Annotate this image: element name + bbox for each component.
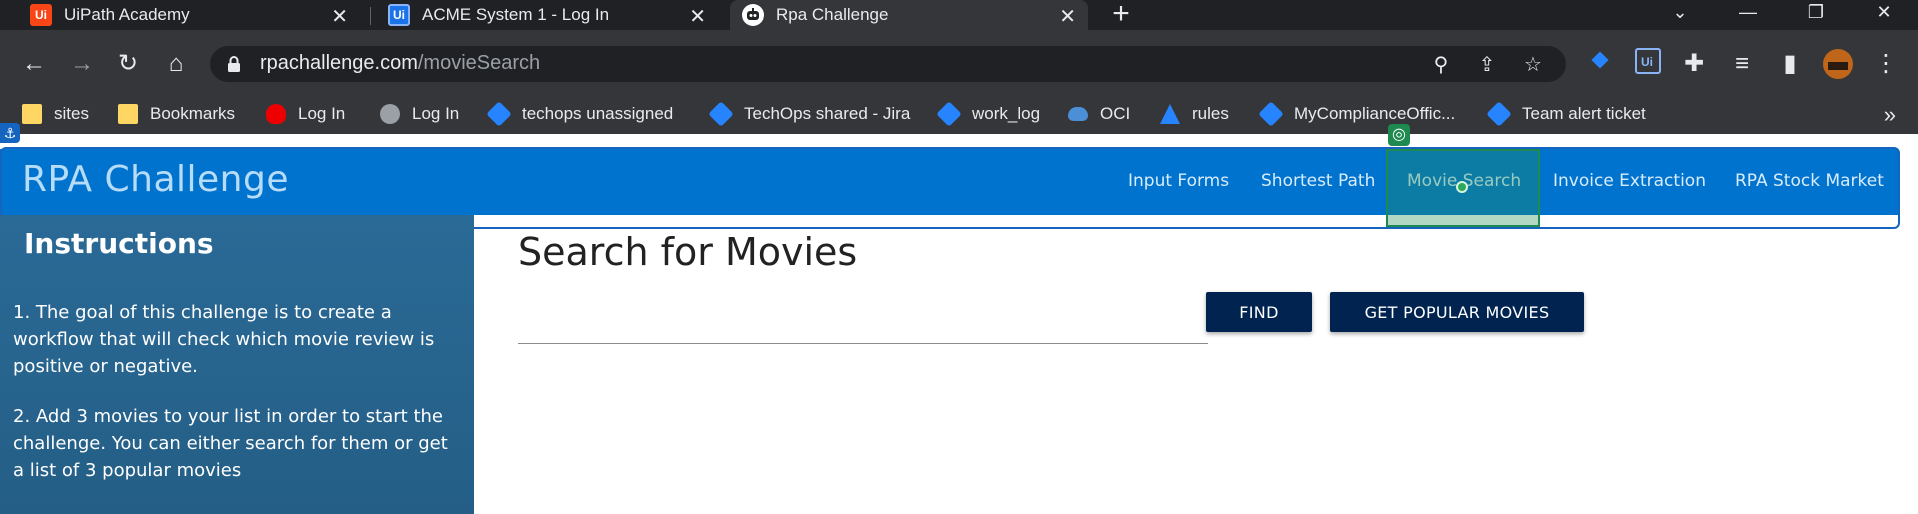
bookmarks-bar: sites Bookmarks Log In Log In techops un… — [0, 94, 1918, 134]
more-bookmarks-icon[interactable]: » — [1884, 102, 1896, 128]
anchor-icon[interactable]: ⚓ — [0, 123, 20, 143]
media-control-icon[interactable]: ≡ — [1724, 48, 1760, 80]
uipath-icon: Ui — [30, 4, 52, 26]
bookmark-oci[interactable]: OCI — [1068, 102, 1130, 126]
nav-shortest-path[interactable]: Shortest Path — [1261, 171, 1375, 191]
instructions-panel: Instructions 1. The goal of this challen… — [0, 215, 474, 514]
cloud-icon — [1068, 107, 1088, 121]
jira-icon — [1486, 101, 1512, 127]
bookmark-label: Log In — [412, 104, 460, 123]
tab-title: ACME System 1 - Log In — [422, 5, 610, 24]
url-text[interactable]: rpachallenge.com/movieSearch — [260, 52, 540, 75]
bookmark-label: OCI — [1100, 104, 1131, 123]
nav-rpa-stock-market[interactable]: RPA Stock Market — [1735, 171, 1884, 191]
tab-rpa-challenge[interactable]: Rpa Challenge ✕ — [730, 0, 1088, 30]
jira-icon — [708, 101, 734, 127]
close-icon[interactable]: ✕ — [689, 4, 706, 29]
tab-strip: Ui UiPath Academy ✕ Ui ACME System 1 - L… — [0, 0, 1918, 30]
tab-search-icon[interactable]: ⌄ — [1650, 0, 1710, 30]
folder-icon — [118, 104, 138, 124]
bookmark-label: Team alert ticket — [1522, 104, 1646, 123]
site-brand[interactable]: RPA Challenge — [22, 159, 289, 200]
bookmark-label: MyComplianceOffic... — [1294, 104, 1456, 123]
jira-extension-icon[interactable] — [1582, 48, 1618, 80]
instruction-step: 1. The goal of this challenge is to crea… — [13, 302, 435, 377]
forward-icon[interactable]: → — [64, 48, 100, 80]
bookmark-techops-shared[interactable]: TechOps shared - Jira — [708, 101, 911, 127]
reload-icon[interactable]: ↻ — [110, 48, 146, 80]
tab-title: Rpa Challenge — [776, 5, 889, 24]
jira-icon — [1258, 101, 1284, 127]
bookmark-bookmarks[interactable]: Bookmarks — [118, 102, 235, 126]
bookmark-techops-unassigned[interactable]: techops unassigned — [486, 101, 674, 127]
bookmark-label: Bookmarks — [150, 104, 236, 123]
jira-icon — [486, 101, 512, 127]
robot-icon — [742, 4, 764, 26]
new-tab-button[interactable]: + — [1107, 0, 1135, 30]
close-window-icon[interactable]: ✕ — [1854, 0, 1914, 30]
jira-icon — [936, 101, 962, 127]
uipath-extension-icon[interactable]: Ui — [1630, 48, 1666, 80]
bookmark-log-in-redhat[interactable]: Log In — [266, 102, 345, 126]
page-title: Search for Movies — [518, 230, 858, 274]
nav-invoice-extraction[interactable]: Invoice Extraction — [1553, 171, 1706, 191]
tab-title: UiPath Academy — [64, 5, 190, 24]
back-icon[interactable]: ← — [16, 48, 52, 80]
bookmark-label: Log In — [298, 104, 346, 123]
bookmark-star-icon[interactable]: ☆ — [1520, 52, 1546, 78]
bookmark-mycompliance[interactable]: MyComplianceOffic... — [1258, 101, 1456, 127]
instructions-heading: Instructions — [24, 227, 214, 260]
side-panel-icon[interactable]: ▮ — [1772, 48, 1808, 80]
target-icon[interactable]: ◎ — [1388, 124, 1410, 146]
tab-separator — [370, 7, 371, 25]
globe-icon — [380, 104, 400, 124]
bookmark-label: work_log — [972, 104, 1041, 123]
share-icon[interactable]: ⇪ — [1474, 52, 1500, 78]
close-icon[interactable]: ✕ — [1059, 4, 1076, 29]
url-path: /movieSearch — [417, 52, 541, 74]
folder-icon — [22, 104, 42, 124]
tab-uipath-academy[interactable]: Ui UiPath Academy ✕ — [18, 0, 360, 30]
search-input-underline — [518, 343, 1208, 344]
nav-input-forms[interactable]: Input Forms — [1128, 171, 1229, 191]
address-bar[interactable]: rpachallenge.com/movieSearch ⚲ ⇪ ☆ — [210, 46, 1566, 82]
avatar[interactable] — [1820, 48, 1856, 80]
close-icon[interactable]: ✕ — [331, 4, 348, 29]
bookmark-label: rules — [1192, 104, 1229, 123]
lock-icon[interactable] — [224, 54, 244, 74]
bookmark-label: TechOps shared - Jira — [744, 104, 911, 123]
movie-search-input[interactable] — [518, 300, 1208, 340]
svg-text:Ui: Ui — [1641, 55, 1653, 69]
zoom-icon[interactable]: ⚲ — [1428, 52, 1454, 78]
home-icon[interactable]: ⌂ — [158, 48, 194, 80]
instruction-step: 2. Add 3 movies to your list in order to… — [13, 406, 448, 481]
atlassian-icon — [1160, 104, 1180, 124]
click-point-icon — [1456, 181, 1468, 193]
bookmark-label: techops unassigned — [522, 104, 674, 123]
bookmark-log-in-globe[interactable]: Log In — [380, 102, 459, 126]
menu-kebab-icon[interactable]: ⋮ — [1868, 48, 1904, 80]
url-host: rpachallenge.com — [260, 52, 418, 74]
bookmark-work-log[interactable]: work_log — [936, 101, 1041, 127]
minimize-icon[interactable]: — — [1718, 0, 1778, 30]
restore-icon[interactable]: ❐ — [1786, 0, 1846, 30]
find-button[interactable]: FIND — [1206, 292, 1312, 332]
get-popular-movies-button[interactable]: GET POPULAR MOVIES — [1330, 292, 1584, 332]
bookmark-label: sites — [54, 104, 89, 123]
extensions-puzzle-icon[interactable]: ✚ — [1676, 48, 1712, 80]
bookmark-rules[interactable]: rules — [1160, 102, 1229, 126]
bookmark-sites[interactable]: sites — [22, 102, 89, 126]
tab-acme-system[interactable]: Ui ACME System 1 - Log In ✕ — [376, 0, 718, 30]
uipath-icon: Ui — [388, 4, 410, 26]
bookmark-team-alert[interactable]: Team alert ticket — [1486, 101, 1646, 127]
site-header: RPA Challenge Input Forms Shortest Path … — [0, 149, 1898, 215]
redhat-icon — [266, 104, 286, 124]
